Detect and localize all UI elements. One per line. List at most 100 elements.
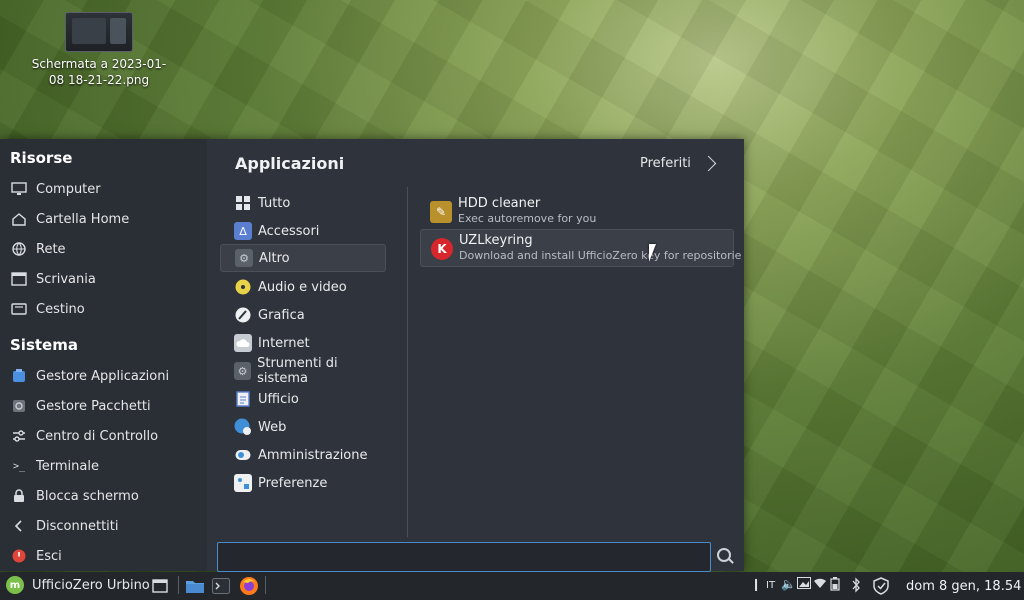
volume-icon[interactable]: 🔈 (781, 577, 796, 591)
category-label: Audio e video (258, 279, 347, 295)
application-menu: Risorse Computer Cartella Home Rete Scri… (0, 139, 744, 572)
category-label: Preferenze (258, 475, 328, 491)
category-label: Internet (258, 335, 310, 351)
bluetooth-indicator-icon[interactable]: ❙ (751, 577, 761, 591)
category-audio-video[interactable]: Audio e video (220, 273, 386, 301)
app-hdd-cleaner[interactable]: ✎ HDD cleaner Exec autoremove for you (420, 193, 732, 229)
show-desktop-icon[interactable] (150, 576, 170, 596)
category-preferenze[interactable]: Preferenze (220, 469, 386, 497)
terminal-launcher-icon[interactable] (210, 576, 232, 596)
cloud-icon (234, 334, 252, 352)
battery-icon[interactable] (830, 577, 840, 594)
power-icon (10, 547, 28, 565)
gear-icon: ⚙ (235, 249, 253, 267)
chevron-right-icon (700, 155, 717, 172)
accessories-icon: ∆ (234, 222, 252, 240)
app-name: HDD cleaner (458, 196, 541, 211)
file-manager-icon[interactable] (184, 576, 206, 596)
desktop-file-screenshot[interactable]: Schermata a 2023-01- 08 18-21-22.png (24, 12, 174, 88)
places-sidebar: Risorse Computer Cartella Home Rete Scri… (0, 139, 207, 571)
system-label: Terminale (36, 458, 99, 474)
firefox-icon[interactable] (238, 576, 260, 596)
system-label: Gestore Applicazioni (36, 368, 170, 384)
system-label: Disconnettiti (36, 518, 119, 534)
hdd-cleaner-icon: ✎ (430, 201, 452, 223)
panel-separator (178, 576, 179, 594)
system-terminal[interactable]: >_ Terminale (10, 453, 200, 479)
system-label: Centro di Controllo (36, 428, 159, 444)
system-label: Gestore Pacchetti (36, 398, 151, 414)
system-label: Blocca schermo (36, 488, 139, 504)
panel-separator (265, 576, 266, 594)
app-description: Download and install UfficioZero key for… (459, 249, 742, 262)
category-internet[interactable]: Internet (220, 329, 386, 357)
package-icon (10, 397, 28, 415)
place-label: Cestino (36, 301, 85, 317)
lock-icon (10, 487, 28, 505)
category-label: Ufficio (258, 391, 299, 407)
terminal-icon: >_ (12, 460, 26, 472)
place-trash[interactable]: Cestino (10, 296, 200, 322)
monitor-icon (10, 180, 28, 198)
place-label: Cartella Home (36, 211, 130, 227)
favorites-label: Preferiti (640, 156, 691, 171)
app-name: UZLkeyring (459, 233, 533, 248)
keyboard-layout-indicator[interactable]: IT (766, 580, 775, 591)
keyring-icon: K (431, 238, 453, 260)
app-uzlkeyring[interactable]: K UZLkeyring Download and install Uffici… (420, 229, 741, 267)
place-desktop[interactable]: Scrivania (10, 266, 200, 292)
toggle-icon (234, 446, 252, 464)
category-accessori[interactable]: ∆ Accessori (220, 217, 386, 245)
wifi-icon[interactable] (813, 577, 827, 592)
category-grafica[interactable]: Grafica (220, 301, 386, 329)
trash-icon (10, 300, 28, 318)
applications-title: Applicazioni (235, 154, 345, 173)
clock[interactable]: dom 8 gen, 18.54 (906, 579, 1021, 594)
system-logout[interactable]: Disconnettiti (10, 513, 200, 539)
category-strumenti-sistema[interactable]: ⚙ Strumenti di sistema (220, 356, 386, 386)
image-thumbnail-icon (65, 12, 133, 52)
category-label: Altro (259, 250, 290, 266)
category-label: Amministrazione (258, 447, 368, 463)
document-icon (234, 390, 252, 408)
shield-icon[interactable] (872, 577, 890, 598)
system-control-center[interactable]: Centro di Controllo (10, 423, 200, 449)
place-computer[interactable]: Computer (10, 176, 200, 202)
bluetooth-icon[interactable] (851, 577, 861, 596)
grid-icon (234, 194, 252, 212)
place-network[interactable]: Rete (10, 236, 200, 262)
category-altro[interactable]: ⚙ Altro (220, 244, 386, 272)
preferences-icon (234, 474, 252, 492)
system-label: Esci (36, 548, 62, 564)
place-label: Computer (36, 181, 101, 197)
category-ufficio[interactable]: Ufficio (220, 385, 386, 413)
place-home[interactable]: Cartella Home (10, 206, 200, 232)
start-menu-button[interactable]: m UfficioZero Urbino (6, 576, 150, 594)
network-icon (10, 240, 28, 258)
category-web[interactable]: Web (220, 413, 386, 441)
category-label: Tutto (258, 195, 291, 211)
desktop-file-label: Schermata a 2023-01- 08 18-21-22.png (31, 57, 167, 87)
place-label: Scrivania (36, 271, 96, 287)
place-label: Rete (36, 241, 66, 257)
image-viewer-tray-icon[interactable] (797, 577, 811, 592)
category-label: Accessori (258, 223, 320, 239)
software-manager-icon (10, 367, 28, 385)
chevron-left-icon (10, 517, 28, 535)
system-package-manager[interactable]: Gestore Pacchetti (10, 393, 200, 419)
system-software-manager[interactable]: Gestore Applicazioni (10, 363, 200, 389)
desktop-icon (10, 270, 28, 288)
pane-divider (407, 187, 408, 537)
system-quit[interactable]: Esci (10, 543, 200, 569)
category-tutto[interactable]: Tutto (220, 189, 386, 217)
favorites-button[interactable]: Preferiti (640, 155, 717, 172)
app-description: Exec autoremove for you (458, 212, 597, 225)
gear-icon: ⚙ (234, 362, 252, 380)
search-input[interactable] (217, 542, 711, 572)
category-amministrazione[interactable]: Amministrazione (220, 441, 386, 469)
search-icon[interactable] (717, 548, 731, 562)
paint-icon (234, 306, 252, 324)
category-label: Strumenti di sistema (257, 356, 338, 386)
mint-logo-icon: m (6, 576, 24, 594)
system-lock-screen[interactable]: Blocca schermo (10, 483, 200, 509)
